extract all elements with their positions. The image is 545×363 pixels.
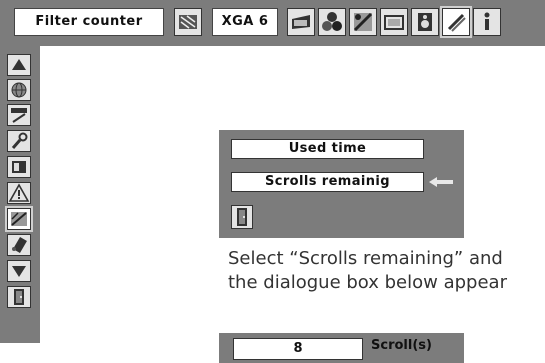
exit-door-icon[interactable] [7, 286, 31, 308]
instruction-text: Select “Scrolls remaining” and the dialo… [228, 247, 545, 295]
filter-counter-dialog: Used time Scrolls remainig [219, 130, 464, 238]
warning-icon[interactable] [7, 182, 31, 204]
image-adjust-icon[interactable] [349, 8, 377, 36]
filter-icon[interactable] [174, 8, 202, 36]
sidebar [0, 46, 40, 343]
scroll-unit-label: Scroll(s) [371, 338, 432, 353]
screen-display-icon[interactable] [7, 156, 31, 178]
input-source-label: XGA 6 [212, 8, 278, 36]
up-arrow-icon[interactable] [7, 54, 31, 76]
screen-icon[interactable] [380, 8, 408, 36]
down-arrow-icon[interactable] [7, 260, 31, 282]
language-globe-icon[interactable] [7, 79, 31, 101]
pc-adjust-icon[interactable] [287, 8, 315, 36]
remote-icon[interactable] [7, 234, 31, 256]
filter-counter-icon[interactable] [5, 206, 33, 232]
instruction-line-1: Select “Scrolls remaining” and [228, 248, 503, 269]
menu-title: Filter counter [14, 8, 164, 36]
setting-icon[interactable] [440, 6, 472, 38]
scrolls-remaining-item[interactable]: Scrolls remainig [231, 172, 424, 192]
used-time-item[interactable]: Used time [231, 139, 424, 159]
wrench-icon[interactable] [7, 130, 31, 152]
image-select-icon[interactable] [318, 8, 346, 36]
instruction-line-2: the dialogue box below appear [228, 272, 507, 293]
menu-bar: Filter counter XGA 6 [0, 0, 545, 46]
sound-icon[interactable] [411, 8, 439, 36]
selection-arrow-icon [429, 177, 453, 187]
scroll-value-field[interactable]: 8 [233, 338, 363, 360]
exit-door-icon[interactable] [231, 205, 253, 229]
hdmi-icon[interactable] [7, 104, 31, 126]
information-icon[interactable] [473, 8, 501, 36]
scroll-dialog: 8 Scroll(s) [219, 333, 464, 363]
